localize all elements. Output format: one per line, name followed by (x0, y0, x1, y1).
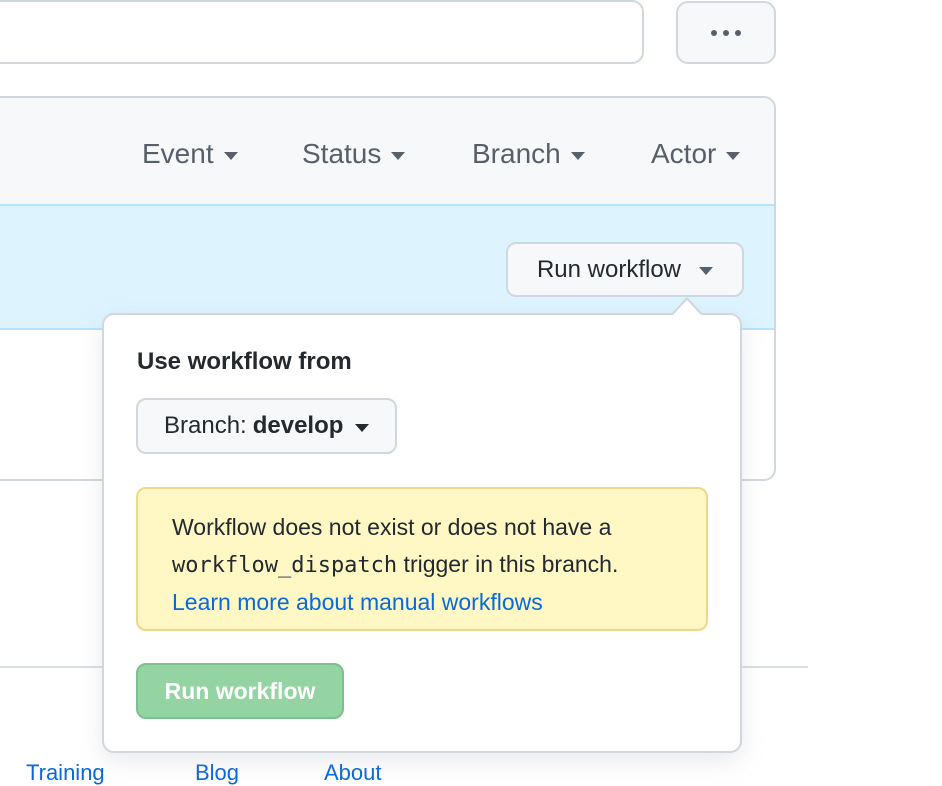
filter-header: Event Status Branch Actor (0, 98, 774, 206)
chevron-down-icon (699, 267, 714, 275)
popover-title: Use workflow from (137, 348, 352, 375)
kebab-horizontal-icon (711, 29, 741, 36)
branch-select-prefix: Branch: (164, 412, 247, 439)
filter-branch[interactable]: Branch (472, 134, 585, 174)
warning-line-2: workflow_dispatch trigger in this branch… (172, 546, 706, 584)
more-options-button[interactable] (676, 1, 776, 64)
filter-branch-label: Branch (472, 138, 561, 169)
branch-select-value: develop (252, 412, 344, 439)
chevron-down-icon (391, 151, 406, 160)
filter-actor[interactable]: Actor (651, 134, 741, 174)
warning-code: workflow_dispatch (172, 553, 398, 578)
footer-link-blog[interactable]: Blog (195, 760, 239, 786)
warning-line-2-text: trigger in this branch. (397, 551, 619, 577)
filter-event[interactable]: Event (142, 134, 238, 174)
filter-status-label: Status (302, 138, 382, 169)
run-workflow-dropdown-button[interactable]: Run workflow (506, 242, 744, 297)
run-workflow-dropdown-label: Run workflow (536, 255, 682, 283)
chevron-down-icon (726, 151, 741, 160)
search-input[interactable] (0, 0, 644, 64)
chevron-down-icon (223, 151, 238, 160)
filter-event-label: Event (142, 138, 214, 169)
filter-status[interactable]: Status (302, 134, 406, 174)
footer-link-about[interactable]: About (324, 760, 382, 786)
warning-line-1: Workflow does not exist or does not have… (172, 514, 612, 540)
popover-pointer-fill (673, 300, 701, 315)
chevron-down-icon (355, 423, 370, 432)
chevron-down-icon (570, 151, 585, 160)
warning-flash: Workflow does not exist or does not have… (136, 487, 708, 631)
run-workflow-submit-button[interactable]: Run workflow (136, 663, 344, 719)
filter-actor-label: Actor (651, 138, 717, 169)
footer-link-training[interactable]: Training (26, 760, 105, 786)
learn-more-link[interactable]: Learn more about manual workflows (172, 589, 543, 615)
branch-select-button[interactable]: Branch: develop (136, 398, 397, 454)
